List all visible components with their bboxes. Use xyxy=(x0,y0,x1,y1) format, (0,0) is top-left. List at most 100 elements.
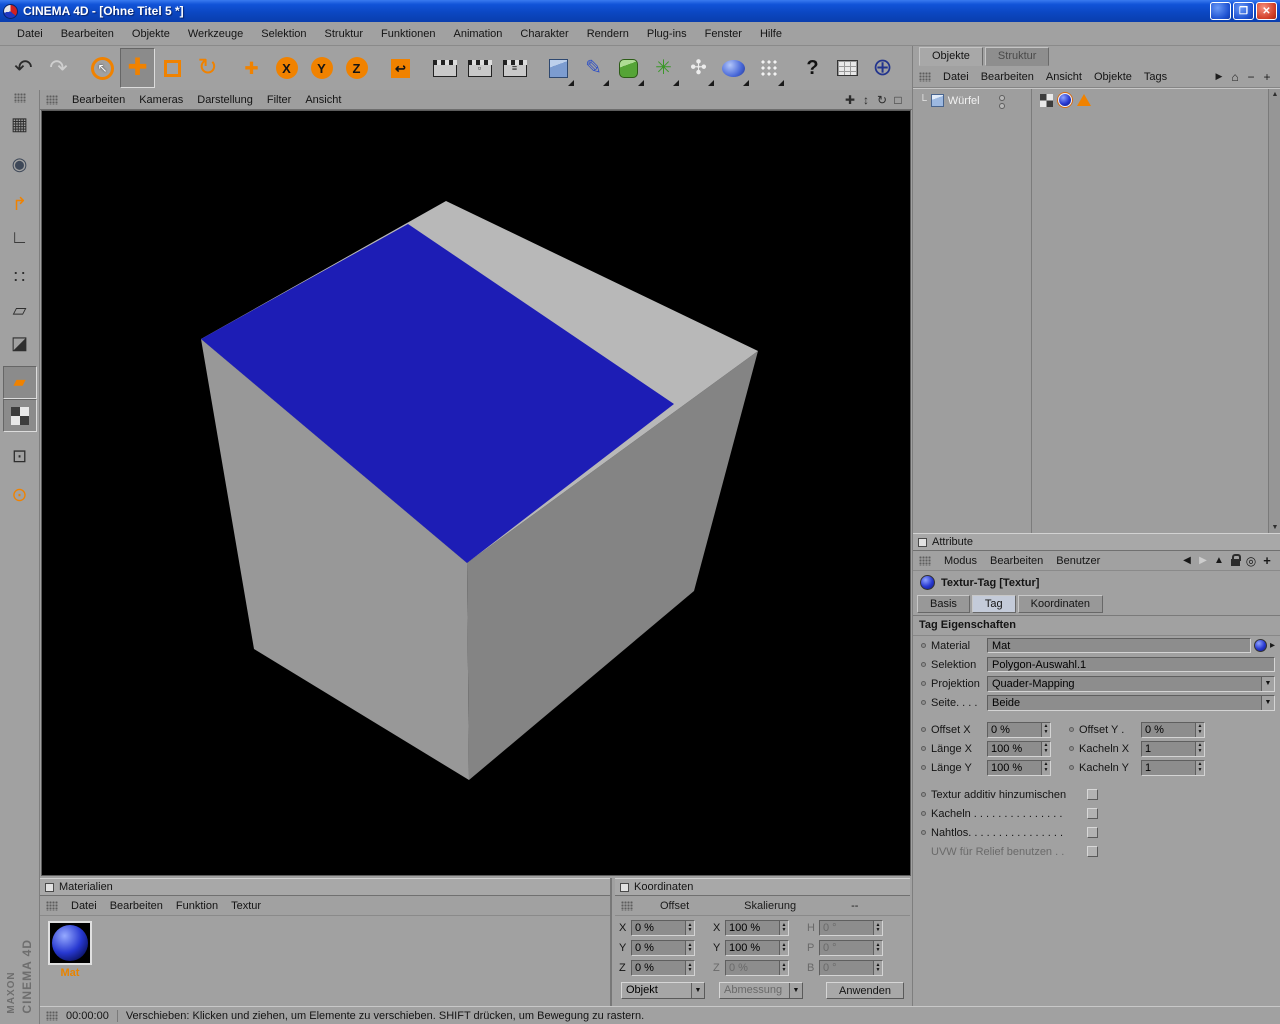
title-bar[interactable]: CINEMA 4D - [Ohne Titel 5 *] _ ❐ ✕ xyxy=(0,0,1280,22)
menu-selektion[interactable]: Selektion xyxy=(252,24,315,44)
seite-select[interactable]: Beide ▼ xyxy=(987,694,1275,711)
tab-struktur[interactable]: Struktur xyxy=(984,47,1050,66)
om-collapse-icon[interactable]: − xyxy=(1243,69,1259,85)
render-picture-viewer-icon[interactable]: ▫ xyxy=(462,48,497,88)
spinner-arrows[interactable]: ▲ ▼ xyxy=(685,961,694,975)
projektion-select[interactable]: Quader-Mapping ▼ xyxy=(987,675,1275,692)
add-nurbs-icon[interactable] xyxy=(611,48,646,88)
om-menu-datei[interactable]: Datei xyxy=(943,71,969,83)
menu-bearbeiten[interactable]: Bearbeiten xyxy=(52,24,123,44)
additiv-checkbox[interactable] xyxy=(1087,789,1098,800)
undo-icon[interactable]: ↶ xyxy=(6,48,41,88)
help-icon[interactable]: ? xyxy=(795,48,830,88)
uv-mode-icon[interactable] xyxy=(2,399,37,432)
column-offset[interactable]: Offset xyxy=(660,900,689,912)
apply-button[interactable]: Anwenden xyxy=(826,982,904,999)
attr-add-icon[interactable]: + xyxy=(1259,553,1275,569)
coord-mode-select[interactable]: Objekt ▼ xyxy=(621,982,705,999)
minimize-button[interactable]: _ xyxy=(1210,2,1231,21)
attribute-grip[interactable] xyxy=(919,555,931,566)
points-mode-icon[interactable]: ∷ xyxy=(3,260,37,293)
column-skalierung[interactable]: Skalierung xyxy=(744,900,796,912)
menu-charakter[interactable]: Charakter xyxy=(511,24,577,44)
menu-struktur[interactable]: Struktur xyxy=(316,24,373,44)
add-spline-icon[interactable]: ✎ xyxy=(576,48,611,88)
lock-x-axis-toggle[interactable]: X xyxy=(269,48,304,88)
viewport-pan-icon[interactable]: ✚ xyxy=(842,92,858,108)
menu-plugins[interactable]: Plug-ins xyxy=(638,24,696,44)
material-preview[interactable] xyxy=(48,921,92,965)
object-manager-grip[interactable] xyxy=(919,71,931,82)
polygons-mode-icon[interactable]: ◪ xyxy=(3,326,37,359)
om-home-icon[interactable]: ⌂ xyxy=(1227,69,1243,85)
rotate-tool[interactable]: ↻ xyxy=(190,48,225,88)
viewport-grip[interactable] xyxy=(46,94,58,105)
statusbar-grip[interactable] xyxy=(46,1010,58,1021)
tab-koordinaten[interactable]: Koordinaten xyxy=(1017,595,1103,613)
attribute-header[interactable]: Attribute xyxy=(913,533,1280,551)
tab-objekte[interactable]: Objekte xyxy=(919,47,983,66)
render-settings-icon[interactable]: ≡ xyxy=(497,48,532,88)
spinner-arrows[interactable]: ▲ ▼ xyxy=(779,921,788,935)
texture-tag-icon[interactable] xyxy=(1058,93,1072,107)
kacheln-x-field[interactable]: 1 ▲ ▼ xyxy=(1141,740,1205,757)
menu-fenster[interactable]: Fenster xyxy=(696,24,751,44)
scale-tool[interactable] xyxy=(155,48,190,88)
om-menu-objekte[interactable]: Objekte xyxy=(1094,71,1132,83)
om-add-icon[interactable]: + xyxy=(1259,69,1275,85)
coord-offset-x-field[interactable]: 0 % ▲ ▼ xyxy=(631,920,695,936)
nahtlos-checkbox[interactable] xyxy=(1087,827,1098,838)
toolbar-grip[interactable] xyxy=(13,93,26,103)
kacheln-checkbox[interactable] xyxy=(1087,808,1098,819)
attr-menu-modus[interactable]: Modus xyxy=(944,555,977,567)
texture-mode-icon[interactable]: ▰ xyxy=(2,366,37,399)
object-axis-mode-icon[interactable]: ↱ xyxy=(3,187,37,220)
polygon-selection-tag-icon[interactable] xyxy=(1040,93,1053,107)
vp-menu-darstellung[interactable]: Darstellung xyxy=(197,94,253,106)
mat-menu-bearbeiten[interactable]: Bearbeiten xyxy=(110,900,163,912)
add-modeling-object-icon[interactable]: ✳ xyxy=(646,48,681,88)
vp-menu-kameras[interactable]: Kameras xyxy=(139,94,183,106)
spinner-arrows[interactable]: ▲ ▼ xyxy=(1041,760,1050,775)
mat-menu-datei[interactable]: Datei xyxy=(71,900,97,912)
spinner-arrows[interactable]: ▲ ▼ xyxy=(685,941,694,955)
offset-y-field[interactable]: 0 % ▲ ▼ xyxy=(1141,721,1205,738)
materials-grip[interactable] xyxy=(46,900,58,911)
add-particle-system-icon[interactable] xyxy=(751,48,786,88)
object-tree-scrollbar[interactable]: ▲ ▼ xyxy=(1268,89,1280,533)
attr-forward-icon[interactable]: ▶ xyxy=(1195,553,1211,569)
material-link-preview[interactable] xyxy=(1253,639,1267,652)
tab-basis[interactable]: Basis xyxy=(917,595,970,613)
selektion-field[interactable]: Polygon-Auswahl.1 xyxy=(987,657,1275,672)
phong-tag-icon[interactable] xyxy=(1077,94,1091,106)
coordinates-grip[interactable] xyxy=(621,900,633,911)
edges-mode-icon[interactable]: ▱ xyxy=(3,293,37,326)
vp-menu-ansicht[interactable]: Ansicht xyxy=(305,94,341,106)
coordinates-header[interactable]: Koordinaten xyxy=(615,878,910,896)
attr-sync-icon[interactable]: ◎ xyxy=(1243,553,1259,569)
spinner-arrows[interactable]: ▲ ▼ xyxy=(1195,722,1204,737)
render-view-icon[interactable] xyxy=(427,48,462,88)
vp-menu-bearbeiten[interactable]: Bearbeiten xyxy=(72,94,125,106)
kacheln-y-field[interactable]: 1 ▲ ▼ xyxy=(1141,759,1205,776)
add-scene-object-icon[interactable]: ✣ xyxy=(681,48,716,88)
spinner-arrows[interactable]: ▲ ▼ xyxy=(1041,722,1050,737)
object-name[interactable]: Würfel xyxy=(948,95,980,107)
spinner-arrows[interactable]: ▲ ▼ xyxy=(779,941,788,955)
viewport-zoom-icon[interactable]: ↕ xyxy=(858,92,874,108)
attr-back-icon[interactable]: ◀ xyxy=(1179,553,1195,569)
add-cube-primitive-icon[interactable] xyxy=(541,48,576,88)
offset-x-field[interactable]: 0 % ▲ ▼ xyxy=(987,721,1051,738)
uvw-edit-mode-icon[interactable]: ⊡ xyxy=(3,439,37,472)
attr-menu-bearbeiten[interactable]: Bearbeiten xyxy=(990,555,1043,567)
close-button[interactable]: ✕ xyxy=(1256,2,1277,20)
viewport-canvas[interactable] xyxy=(41,110,911,876)
add-deformer-icon[interactable] xyxy=(716,48,751,88)
move-tool[interactable]: ✚ xyxy=(120,48,155,88)
model-mode-icon[interactable]: ◉ xyxy=(3,147,37,180)
spinner-arrows[interactable]: ▲ ▼ xyxy=(1041,741,1050,756)
mat-menu-funktion[interactable]: Funktion xyxy=(176,900,218,912)
coord-scale-x-field[interactable]: 100 % ▲ ▼ xyxy=(725,920,789,936)
spinner-arrows[interactable]: ▲ ▼ xyxy=(1195,760,1204,775)
menu-datei[interactable]: Datei xyxy=(8,24,52,44)
